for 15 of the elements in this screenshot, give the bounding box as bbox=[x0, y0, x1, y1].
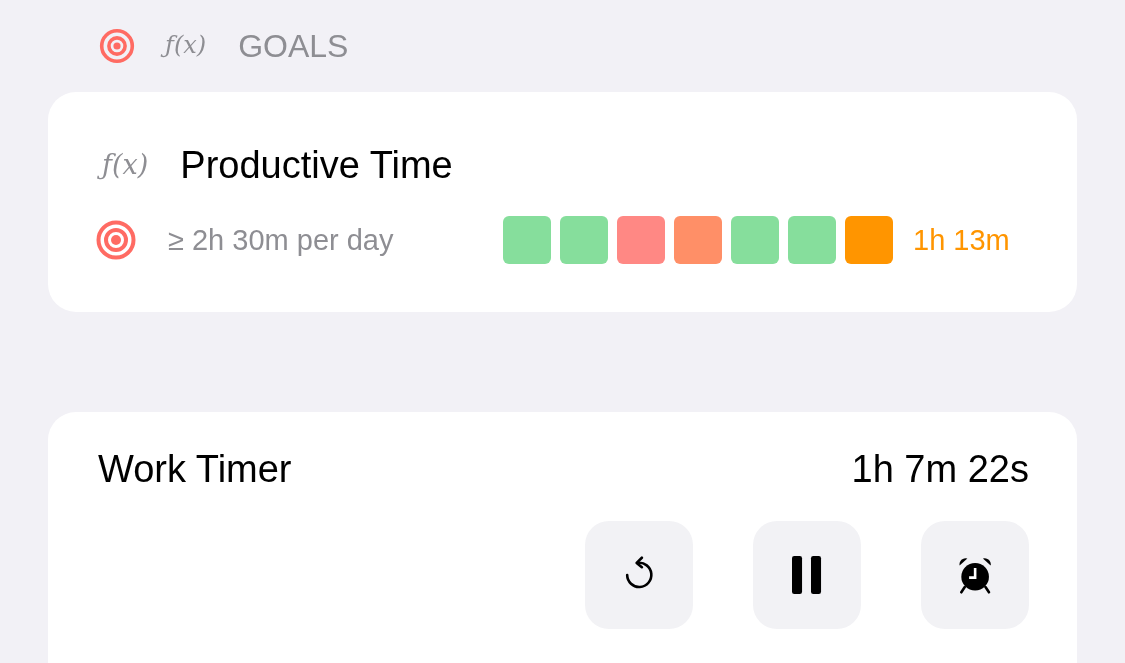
goal-target: ≥ 2h 30m per day bbox=[168, 223, 395, 257]
timer-title: Work Timer bbox=[98, 448, 292, 491]
section-title: GOALS bbox=[238, 27, 349, 65]
pause-icon bbox=[792, 556, 822, 594]
elapsed-time: 1h 7m 22s bbox=[851, 448, 1029, 491]
goal-card[interactable]: ƒ(x) Productive Time ≥ 2h 30m per day 1h 13m bbox=[48, 92, 1077, 312]
pause-button[interactable] bbox=[753, 521, 861, 629]
today-total: 1h 13m bbox=[913, 223, 1010, 257]
alarm-clock-icon bbox=[956, 556, 994, 594]
alarm-button[interactable] bbox=[921, 521, 1029, 629]
formula-mark: ƒ(x) bbox=[98, 146, 153, 184]
target-icon bbox=[96, 220, 136, 260]
formula-mark: ƒ(x) bbox=[161, 29, 211, 63]
goal-name: Productive Time bbox=[180, 143, 453, 187]
target-icon bbox=[99, 28, 135, 64]
